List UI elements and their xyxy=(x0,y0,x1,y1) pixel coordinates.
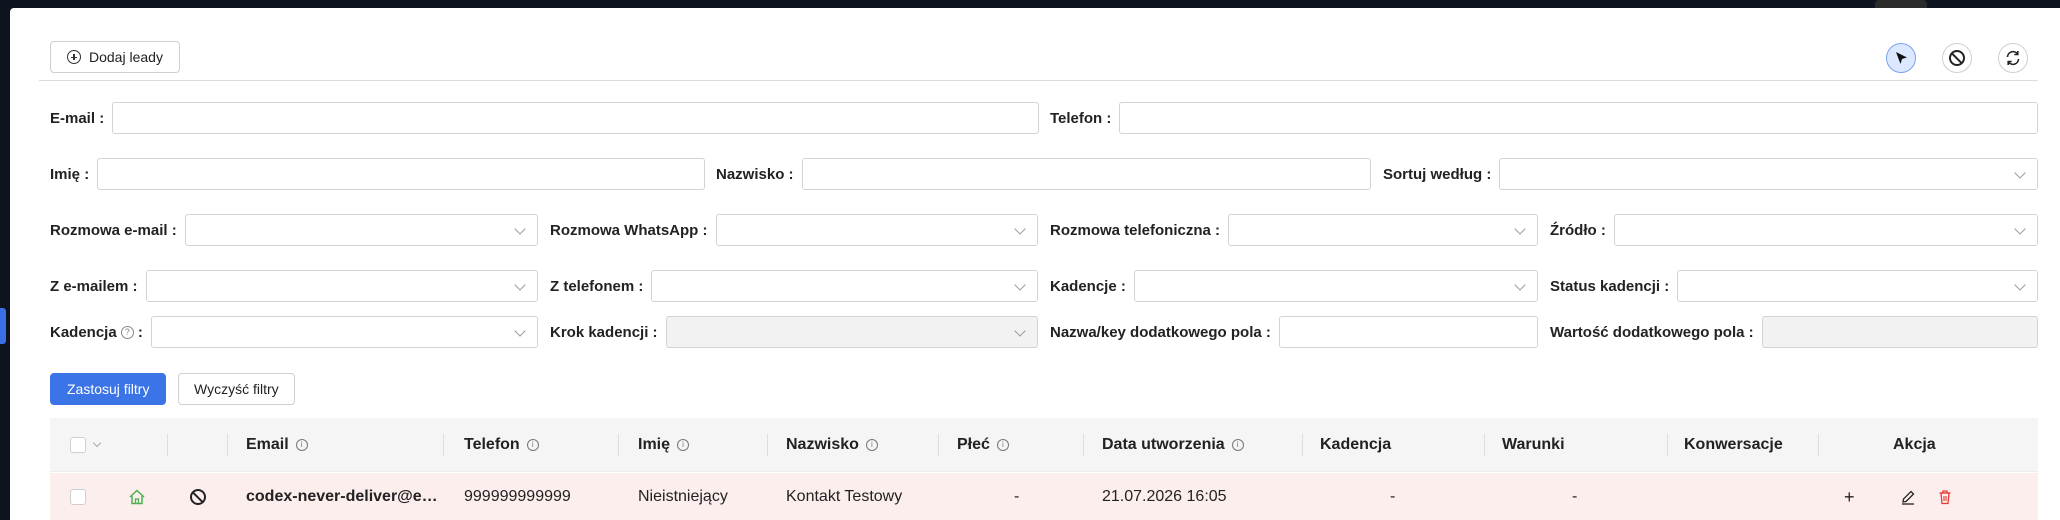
info-icon: i xyxy=(1231,439,1244,451)
trash-icon[interactable] xyxy=(1937,489,1953,505)
phone-conversation-select[interactable] xyxy=(1228,214,1538,246)
cadence-select[interactable] xyxy=(150,316,538,348)
filter-toggle-button[interactable] xyxy=(1886,43,1916,73)
side-accent xyxy=(0,308,6,344)
extra-field-name-filter: Nazwa/key dodatkowego pola : xyxy=(1050,316,1538,348)
info-icon: i xyxy=(295,439,308,451)
add-action-button[interactable]: + xyxy=(1844,464,1855,520)
home-icon[interactable] xyxy=(128,488,146,506)
info-icon: i xyxy=(996,439,1009,451)
whatsapp-conversation-select[interactable] xyxy=(715,214,1038,246)
col-cadence: Kadencja xyxy=(1320,436,1392,453)
info-icon: i xyxy=(526,439,539,451)
source-select[interactable] xyxy=(1613,214,2038,246)
add-leads-label: Dodaj leady xyxy=(89,49,163,65)
email-filter: E-mail : xyxy=(50,102,1039,134)
ban-icon[interactable] xyxy=(190,489,206,505)
with-email-filter: Z e-mailem : xyxy=(50,270,538,302)
email-conversation-select[interactable] xyxy=(184,214,538,246)
cadences-filter: Kadencje : xyxy=(1050,270,1538,302)
with-phone-select[interactable] xyxy=(651,270,1038,302)
whatsapp-conversation-filter: Rozmowa WhatsApp : xyxy=(550,214,1038,246)
first-name-input[interactable] xyxy=(97,158,705,190)
with-phone-filter: Z telefonem : xyxy=(550,270,1038,302)
cadence-status-filter: Status kadencji : xyxy=(1550,270,2038,302)
cadence-status-select[interactable] xyxy=(1677,270,2038,302)
select-all-checkbox[interactable] xyxy=(70,437,86,453)
col-conversations: Konwersacje xyxy=(1684,436,1783,453)
row-last-name: Kontakt Testowy xyxy=(786,488,903,505)
extra-field-name-input[interactable] xyxy=(1278,316,1538,348)
ban-button[interactable] xyxy=(1942,43,1972,73)
add-leads-button[interactable]: Dodaj leady xyxy=(50,41,180,73)
info-icon: i xyxy=(865,439,878,451)
refresh-icon xyxy=(2006,50,2020,66)
filter-cursor-icon xyxy=(1896,52,1907,64)
toolbar: Dodaj leady xyxy=(39,33,2038,81)
email-conversation-filter: Rozmowa e-mail : xyxy=(50,214,538,246)
help-icon[interactable]: ? xyxy=(120,326,134,340)
cadence-step-filter: Krok kadencji : xyxy=(550,316,1038,348)
last-name-filter: Nazwisko : xyxy=(716,158,1371,190)
row-phone: 999999999999 xyxy=(464,488,571,505)
col-gender[interactable]: Płeć i xyxy=(957,418,1009,472)
row-email[interactable]: codex-never-deliver@e… xyxy=(246,464,438,520)
cadence-filter: Kadencja? : xyxy=(50,316,538,348)
row-first-name: Nieistniejący xyxy=(638,488,728,505)
sort-select[interactable] xyxy=(1499,158,2038,190)
extra-field-value-filter: Wartość dodatkowego pola : xyxy=(1550,316,2038,348)
col-conditions: Warunki xyxy=(1502,436,1565,453)
first-name-filter: Imię : xyxy=(50,158,705,190)
cadences-select[interactable] xyxy=(1133,270,1538,302)
sort-filter: Sortuj według : xyxy=(1383,158,2038,190)
row-checkbox[interactable] xyxy=(70,489,86,505)
edit-icon[interactable] xyxy=(1900,489,1916,505)
ban-icon xyxy=(1949,50,1965,66)
row-cadence: - xyxy=(1390,488,1396,505)
with-email-select[interactable] xyxy=(145,270,538,302)
source-filter: Źródło : xyxy=(1550,214,2038,246)
plus-circle-icon xyxy=(67,50,81,64)
refresh-button[interactable] xyxy=(1998,43,2028,73)
phone-input[interactable] xyxy=(1119,102,2038,134)
info-icon: i xyxy=(677,439,690,451)
apply-filters-button[interactable]: Zastosuj filtry xyxy=(50,373,167,405)
table-row[interactable]: codex-never-deliver@e… 999999999999 Niei… xyxy=(50,473,2038,520)
row-created: 21.07.2026 16:05 xyxy=(1102,488,1227,505)
row-conditions: - xyxy=(1572,488,1578,505)
clear-filters-button[interactable]: Wyczyść filtry xyxy=(178,373,295,405)
extra-field-value-input xyxy=(1761,316,2038,348)
phone-conversation-filter: Rozmowa telefoniczna : xyxy=(1050,214,1538,246)
last-name-input[interactable] xyxy=(801,158,1371,190)
cadence-step-select xyxy=(665,316,1038,348)
chevron-down-icon[interactable] xyxy=(92,438,102,448)
email-input[interactable] xyxy=(112,102,1039,134)
row-gender: - xyxy=(1014,488,1020,505)
phone-filter: Telefon : xyxy=(1050,102,2038,134)
